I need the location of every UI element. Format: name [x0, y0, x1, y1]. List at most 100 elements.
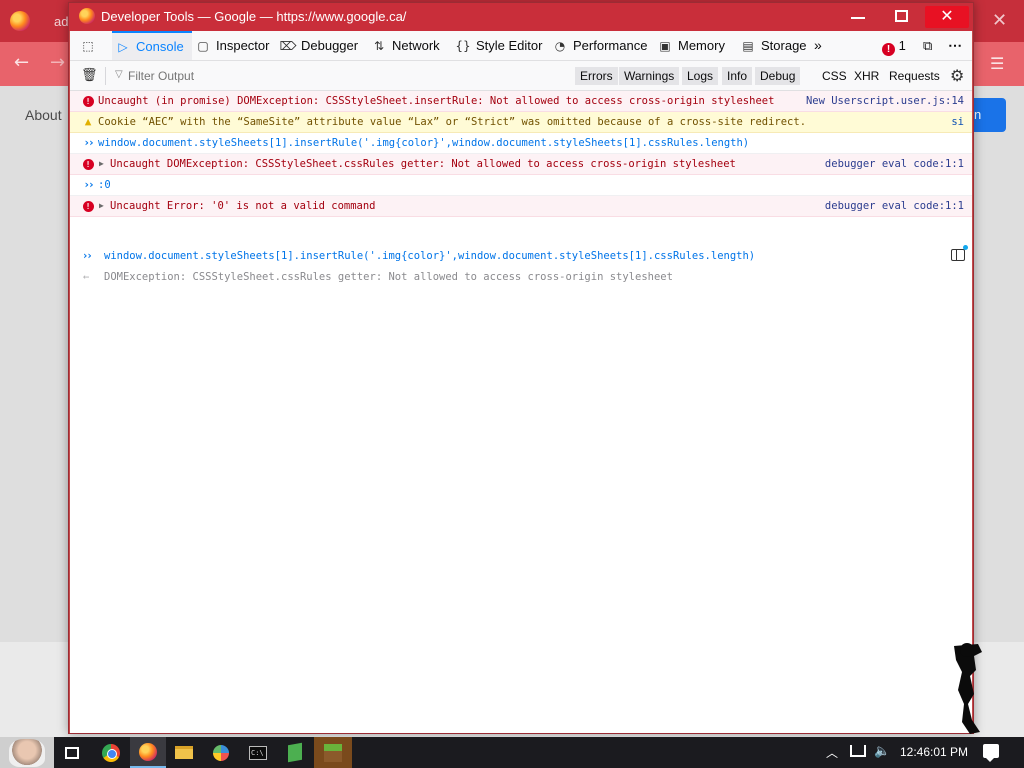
result-arrow-icon: ← [83, 271, 90, 283]
background-tab-title[interactable]: ad [54, 14, 68, 29]
tab-storage[interactable]: ▤ Storage [739, 31, 806, 60]
tab-console-label: Console [136, 39, 184, 54]
warning-icon: ▲ [84, 115, 92, 128]
eager-result-text: DOMException: CSSStyleSheet.cssRules get… [104, 271, 673, 283]
inspector-icon: ▢ [197, 39, 209, 53]
tab-style-editor[interactable]: {} Style Editor [454, 31, 542, 60]
taskbar-clock[interactable]: 12:46:01 PM [900, 745, 968, 759]
minimize-icon [851, 17, 865, 19]
filter-errors-button[interactable]: Errors [575, 67, 618, 85]
grass-block-icon [324, 743, 342, 762]
tab-network-label: Network [392, 38, 440, 53]
firefox-icon [139, 742, 157, 761]
divider [105, 67, 106, 85]
tab-style-editor-label: Style Editor [476, 38, 543, 53]
filter-css-button[interactable]: CSS [822, 67, 847, 85]
debugger-icon: ⌦ [279, 39, 297, 53]
message-source-link[interactable]: debugger eval code:1:1 [825, 154, 964, 174]
tab-inspector[interactable]: ▢ Inspector [194, 31, 269, 60]
action-center-icon[interactable] [983, 744, 999, 762]
message-text: Uncaught Error: '0' is not a valid comma… [110, 200, 376, 212]
input-prompt-icon: ›› [83, 136, 94, 149]
taskbar-paint[interactable] [203, 737, 239, 768]
console-filter-bar: 🗑 ▽ Errors Warnings Logs Info Debug CSS … [70, 61, 972, 91]
task-view-button[interactable] [54, 737, 90, 768]
error-icon: ! [81, 196, 95, 216]
console-input[interactable]: window.document.styleSheets[1].insertRul… [104, 245, 755, 267]
minimize-button[interactable] [836, 6, 880, 28]
filter-debug-button[interactable]: Debug [755, 67, 801, 85]
tab-memory[interactable]: ▣ Memory [656, 31, 725, 60]
tab-debugger[interactable]: ⌦ Debugger [279, 31, 359, 60]
filter-logs-button[interactable]: Logs [682, 67, 719, 85]
expand-twisty-icon[interactable]: ▶ [99, 196, 104, 216]
console-message-error[interactable]: ! Uncaught (in promise) DOMException: CS… [70, 91, 972, 112]
more-tools-chevron-icon[interactable]: » [814, 31, 822, 60]
firefox-logo-icon [79, 8, 95, 24]
message-source-link[interactable]: si [951, 112, 964, 132]
element-picker-button[interactable]: ⬚ [78, 31, 102, 60]
message-text: Uncaught DOMException: CSSStyleSheet.css… [110, 158, 736, 170]
console-output: ! Uncaught (in promise) DOMException: CS… [70, 91, 972, 733]
user-avatar[interactable] [0, 737, 54, 768]
taskbar-minecraft[interactable] [314, 737, 352, 768]
message-text: Uncaught (in promise) DOMException: CSSS… [98, 95, 775, 107]
taskbar-chrome[interactable] [93, 737, 129, 768]
about-link[interactable]: About [25, 107, 62, 123]
window-titlebar[interactable]: Developer Tools — Google — https://www.g… [69, 3, 973, 31]
tab-memory-label: Memory [678, 38, 725, 53]
window-title: Developer Tools — Google — https://www.g… [101, 9, 407, 24]
performance-icon: ◔ [554, 39, 566, 53]
devtools-toolbar: ⬚ ▷ Console ▢ Inspector ⌦ Debugger ⇅ Network… [70, 31, 972, 61]
chrome-icon [102, 743, 120, 762]
expand-twisty-icon[interactable]: ▶ [99, 154, 104, 174]
terminal-icon: C:\ [249, 745, 267, 760]
console-message-input[interactable]: ›› :0 [70, 175, 972, 196]
back-arrow-icon[interactable]: ← [14, 52, 29, 73]
filter-output-input[interactable] [114, 67, 294, 85]
message-source-link[interactable]: New Userscript.user.js:14 [806, 91, 964, 111]
style-editor-icon: {} [455, 39, 471, 53]
background-close-icon[interactable]: ✕ [992, 10, 1007, 31]
notes-icon [288, 742, 302, 763]
forward-arrow-icon[interactable]: → [50, 52, 65, 73]
editor-mode-toggle-icon[interactable] [951, 249, 965, 261]
console-message-error[interactable]: ! ▶ Uncaught Error: '0' is not a valid c… [70, 196, 972, 217]
maximize-button[interactable] [880, 6, 924, 28]
dock-options-icon[interactable]: ⧉ [923, 31, 932, 60]
console-settings-gear-icon[interactable]: ⚙ [950, 66, 964, 85]
sign-in-label: n [974, 107, 982, 122]
taskbar-firefox[interactable] [130, 737, 166, 768]
taskbar-command-prompt[interactable]: C:\ [240, 737, 276, 768]
filter-info-button[interactable]: Info [722, 67, 753, 85]
volume-icon[interactable]: 🔈 [874, 744, 890, 759]
console-message-warning[interactable]: ▲ Cookie “AEC” with the “SameSite” attri… [70, 112, 972, 133]
sign-in-button[interactable]: n [972, 98, 1006, 132]
firefox-logo-icon [10, 11, 30, 31]
tab-network[interactable]: ⇅ Network [370, 31, 440, 60]
console-message-error[interactable]: ! ▶ Uncaught DOMException: CSSStyleSheet… [70, 154, 972, 175]
eager-evaluation-result: ← DOMException: CSSStyleSheet.cssRules g… [70, 267, 972, 287]
tab-performance[interactable]: ◔ Performance [551, 31, 648, 60]
console-input-line[interactable]: ›› window.document.styleSheets[1].insert… [70, 245, 972, 267]
clear-console-trash-icon[interactable]: 🗑 [81, 68, 98, 83]
message-text: Cookie “AEC” with the “SameSite” attribu… [98, 116, 807, 128]
folder-icon [175, 746, 193, 759]
filter-warnings-button[interactable]: Warnings [619, 67, 680, 85]
error-icon: ! [81, 154, 95, 174]
filter-requests-button[interactable]: Requests [889, 67, 940, 85]
error-count: 1 [898, 38, 906, 53]
console-message-input[interactable]: ›› window.document.styleSheets[1].insert… [70, 133, 972, 154]
hamburger-menu-icon[interactable]: ☰ [990, 54, 1004, 73]
error-count-badge[interactable]: ! 1 [882, 31, 906, 60]
show-hidden-icons-chevron-icon[interactable]: ︿ [826, 744, 838, 761]
taskbar-file-explorer[interactable] [166, 737, 202, 768]
filter-xhr-button[interactable]: XHR [854, 67, 879, 85]
message-source-link[interactable]: debugger eval code:1:1 [825, 196, 964, 216]
taskbar-notes-app[interactable] [277, 737, 313, 768]
tab-console[interactable]: ▷ Console [112, 31, 192, 60]
close-button[interactable]: ✕ [925, 6, 969, 28]
overflow-menu-icon[interactable]: ⋯ [948, 31, 962, 60]
maximize-icon [895, 10, 908, 22]
network-status-icon[interactable] [850, 745, 866, 757]
